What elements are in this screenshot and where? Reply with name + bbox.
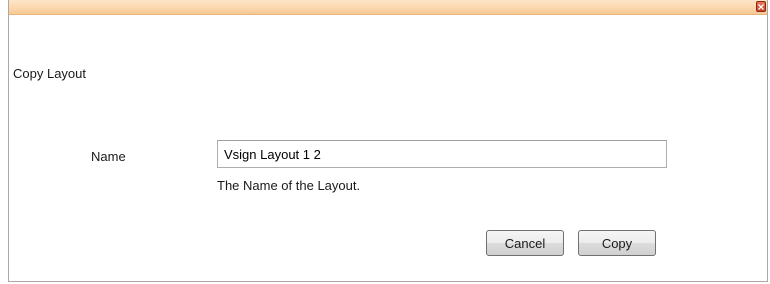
close-icon (758, 3, 764, 10)
copy-layout-dialog: Copy Layout Name The Name of the Layout.… (8, 0, 768, 282)
name-input[interactable] (217, 140, 667, 168)
close-button[interactable] (756, 1, 766, 12)
copy-button[interactable]: Copy (578, 230, 656, 256)
dialog-titlebar (9, 0, 767, 15)
name-label: Name (91, 149, 126, 164)
cancel-button[interactable]: Cancel (486, 230, 564, 256)
name-helper-text: The Name of the Layout. (217, 178, 361, 193)
dialog-title: Copy Layout (13, 66, 86, 81)
